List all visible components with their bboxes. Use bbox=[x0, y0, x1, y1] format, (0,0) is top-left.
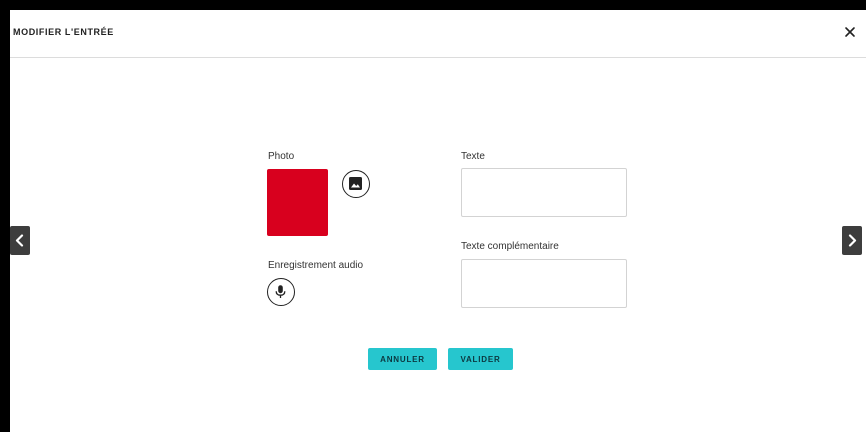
text-field[interactable] bbox=[461, 168, 627, 217]
audio-label: Enregistrement audio bbox=[268, 260, 364, 271]
chevron-right-icon bbox=[848, 234, 857, 247]
edit-entry-dialog: MODIFIER L'ENTRÉE Photo Enregistrement a… bbox=[10, 10, 866, 432]
photo-preview[interactable] bbox=[267, 169, 328, 236]
photo-picker-button[interactable] bbox=[342, 170, 370, 198]
complementary-text-label: Texte complémentaire bbox=[461, 241, 559, 252]
dialog-header: MODIFIER L'ENTRÉE bbox=[10, 10, 866, 58]
close-button[interactable] bbox=[842, 24, 858, 40]
confirm-button[interactable]: VALIDER bbox=[448, 348, 513, 370]
next-entry-button[interactable] bbox=[842, 226, 862, 255]
chevron-left-icon bbox=[15, 234, 24, 247]
cancel-button[interactable]: ANNULER bbox=[368, 348, 437, 370]
record-audio-button[interactable] bbox=[267, 278, 295, 306]
text-label: Texte bbox=[461, 151, 485, 162]
dialog-title: MODIFIER L'ENTRÉE bbox=[13, 27, 114, 37]
complementary-text-field[interactable] bbox=[461, 259, 627, 308]
previous-entry-button[interactable] bbox=[10, 226, 30, 255]
photo-label: Photo bbox=[268, 151, 295, 162]
close-icon bbox=[845, 27, 855, 37]
image-icon bbox=[349, 177, 362, 190]
microphone-icon bbox=[275, 285, 286, 298]
